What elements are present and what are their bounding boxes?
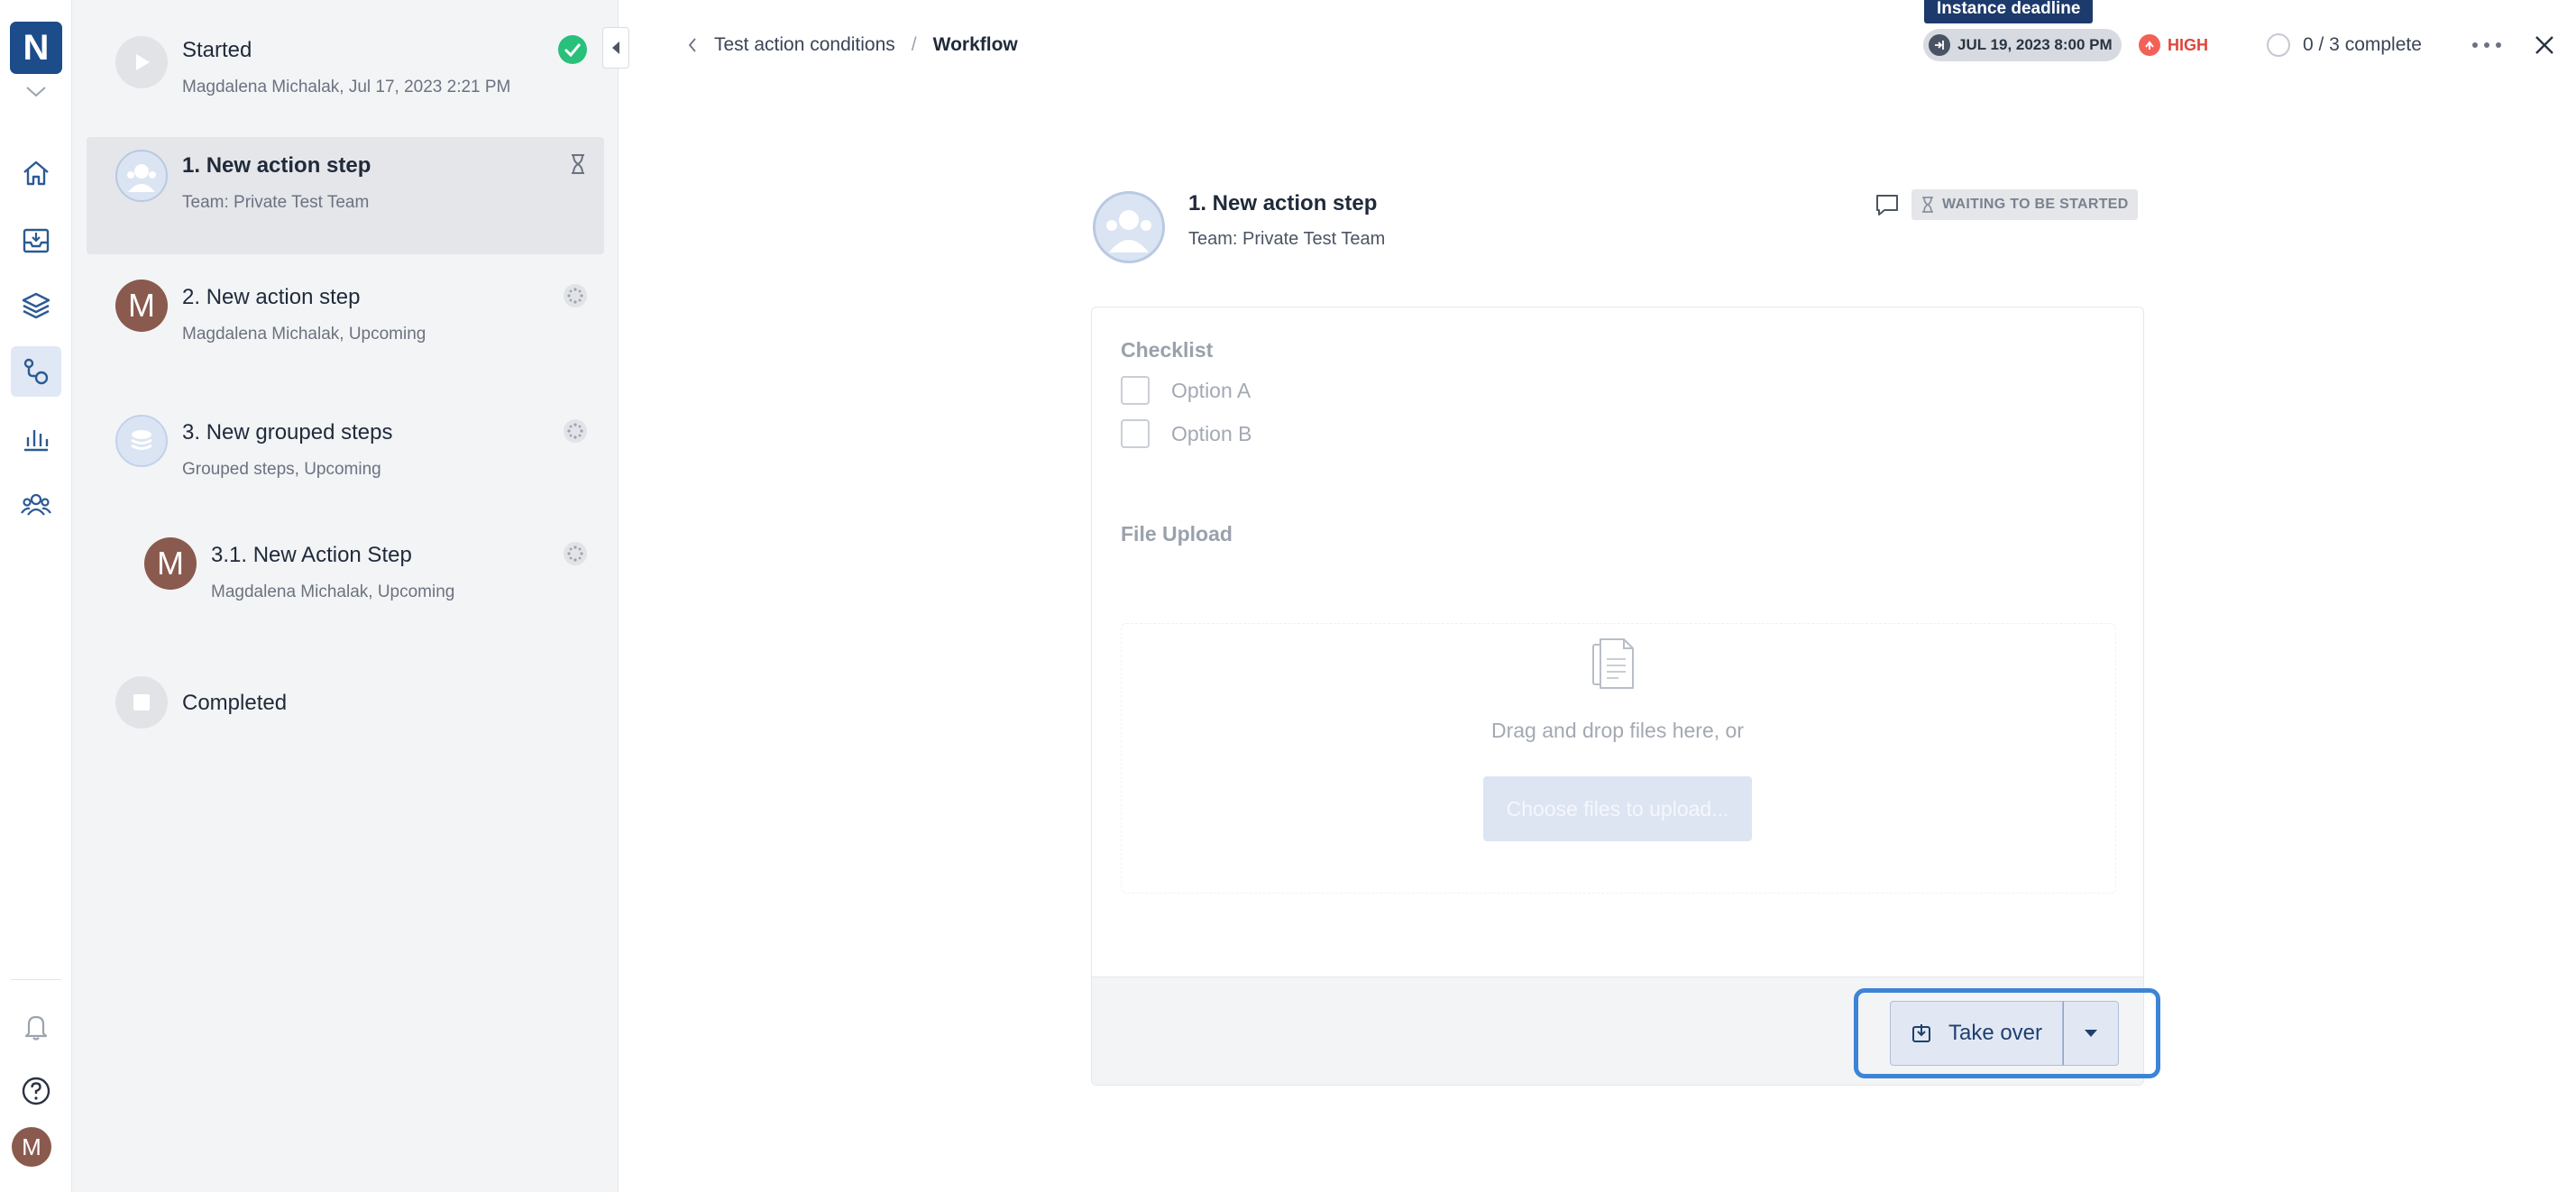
step-item[interactable]: M 2. New action step Magdalena Michalak,… [87,270,604,379]
breadcrumb-parent[interactable]: Test action conditions [714,34,895,56]
file-upload-label: File Upload [1121,522,1233,546]
collapse-sidebar-button[interactable] [602,27,629,69]
checklist-option[interactable]: Option B [1121,419,1252,448]
step-title: 1. New action step [182,153,371,178]
step-item[interactable]: 1. New action step Team: Private Test Te… [87,137,604,254]
status-label: WAITING TO BE STARTED [1942,197,2129,212]
team-avatar-icon [115,150,168,202]
priority-label: HIGH [2168,35,2208,54]
pending-icon [563,283,588,313]
chevron-left-icon [612,41,619,54]
step-detail-title: 1. New action step [1188,191,1378,215]
step-title: 3.1. New Action Step [211,543,412,567]
take-over-label: Take over [1948,1021,2043,1045]
inbox-icon[interactable] [11,215,61,265]
option-label: Option B [1171,421,1252,445]
progress-ring-icon [2267,33,2290,57]
step-sidebar: Started Magdalena Michalak, Jul 17, 2023… [72,0,619,1192]
more-horizontal-icon [2472,42,2501,48]
play-icon [115,36,168,88]
step-title: Completed [182,691,288,715]
option-a-checkbox[interactable] [1121,376,1150,405]
chart-icon[interactable] [11,413,61,463]
step-detail-subtitle: Team: Private Test Team [1188,229,1386,249]
step-item[interactable]: 3. New grouped steps Grouped steps, Upco… [87,406,604,514]
dropzone-text: Drag and drop files here, or [1491,719,1744,742]
step-subtitle: Magdalena Michalak, Upcoming [211,582,455,601]
rail-divider [11,979,61,980]
step-subtitle: Magdalena Michalak, Upcoming [182,325,426,344]
option-label: Option A [1171,378,1251,402]
comment-icon[interactable] [1874,191,1901,218]
checklist-label: Checklist [1121,338,1214,362]
progress-label: 0 / 3 complete [2303,34,2422,55]
step-completed[interactable]: Completed [87,667,604,739]
hourglass-icon [1922,197,1933,213]
deadline-icon [1929,34,1950,56]
step-title: 3. New grouped steps [182,420,393,445]
deadline-badge[interactable]: JUL 19, 2023 8:00 PM [1923,29,2122,61]
pending-icon [563,418,588,448]
step-subtitle: Magdalena Michalak, Jul 17, 2023 2:21 PM [182,78,511,96]
app-logo[interactable]: N [10,22,62,74]
workflow-icon[interactable] [11,346,61,397]
take-over-button[interactable]: Take over [1890,1001,2063,1066]
status-badge: WAITING TO BE STARTED [1911,189,2138,220]
progress-status[interactable]: 0 / 3 complete [2267,31,2422,60]
priority-badge[interactable]: HIGH [2139,31,2208,60]
home-icon[interactable] [11,148,61,198]
deadline-value: JUL 19, 2023 8:00 PM [1957,36,2113,53]
breadcrumb: Test action conditions / Workflow [687,34,1018,56]
priority-high-icon [2139,34,2160,56]
breadcrumb-current: Workflow [932,34,1018,55]
step-subtitle: Team: Private Test Team [182,193,370,212]
take-over-icon [1911,1024,1930,1042]
hourglass-icon [568,153,588,179]
pending-icon [563,541,588,571]
breadcrumb-separator: / [911,34,917,55]
help-icon[interactable] [11,1066,61,1116]
user-avatar[interactable]: M [12,1127,51,1167]
team-avatar-icon [1093,191,1165,263]
take-over-options-button[interactable] [2063,1001,2119,1066]
app-rail: N M [0,0,72,1192]
checklist-option[interactable]: Option A [1121,376,1251,405]
stop-icon [115,676,168,729]
document-icon [1590,637,1636,692]
check-circle-icon [557,34,588,69]
step-title: Started [182,38,252,62]
close-button[interactable] [2528,29,2561,61]
caret-down-icon [2085,1030,2097,1037]
step-form-card: Checklist Option A Option B File Upload … [1091,307,2144,1086]
team-icon[interactable] [11,480,61,530]
step-item[interactable]: M 3.1. New Action Step Magdalena Michala… [87,527,604,635]
more-options-button[interactable] [2469,32,2505,58]
bell-icon[interactable] [11,1001,61,1051]
avatar: M [144,537,197,590]
layers-icon[interactable] [11,280,61,330]
close-icon [2535,36,2553,54]
avatar: M [115,280,168,332]
chevron-down-icon[interactable] [22,83,50,101]
step-title: 2. New action step [182,285,361,309]
choose-files-button[interactable]: Choose files to upload... [1483,776,1752,841]
option-b-checkbox[interactable] [1121,419,1150,448]
group-icon [115,415,168,467]
step-started[interactable]: Started Magdalena Michalak, Jul 17, 2023… [87,27,604,114]
step-subtitle: Grouped steps, Upcoming [182,460,381,479]
chevron-left-icon [688,38,696,52]
deadline-tooltip: Instance deadline [1924,0,2094,23]
